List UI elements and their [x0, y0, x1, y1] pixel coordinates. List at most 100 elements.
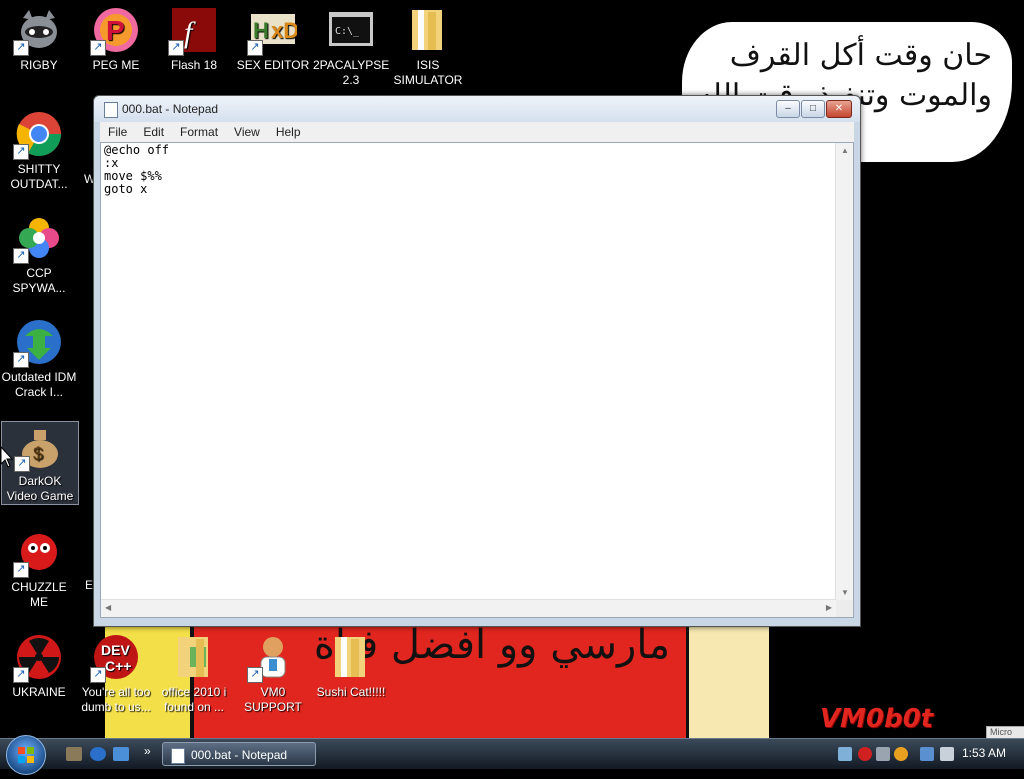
shortcut-arrow-icon: ↗ — [14, 456, 30, 472]
tray-volume-icon[interactable] — [940, 747, 954, 761]
folder-icon — [327, 633, 375, 681]
flash-icon: f ↗ — [168, 6, 218, 56]
editor-content[interactable]: @echo off :x move $%% goto x — [104, 144, 835, 599]
maximize-button[interactable]: □ — [801, 100, 825, 118]
taskbar-button-notepad[interactable]: 000.bat - Notepad — [162, 742, 316, 766]
desktop-icon-2pacalypse[interactable]: C:\_ 2PACALYPSE 2.3 — [313, 6, 389, 88]
windows-logo-icon — [18, 747, 34, 763]
quicklaunch-browser-icon[interactable] — [90, 747, 106, 761]
notepad-window[interactable]: 000.bat - Notepad – □ ✕ File Edit Format… — [93, 95, 861, 627]
desktop-icon-sex-editor[interactable]: HxD ↗ SEX EDITOR — [235, 6, 311, 73]
desktop-icon-ccp-spyware[interactable]: ↗ CCP SPYWA... — [1, 214, 77, 296]
menu-view[interactable]: View — [226, 125, 268, 139]
tray-device-icon[interactable] — [876, 747, 890, 761]
text-editor[interactable]: @echo off :x move $%% goto x ▲ ▼ ◀ ▶ — [100, 142, 854, 618]
taskbar: » 000.bat - Notepad 1:53 AM — [0, 735, 1024, 775]
desktop-icon-vm0-support[interactable]: ↗ VM0 SUPPORT — [235, 633, 311, 715]
desktop-icon-devcpp[interactable]: DEV C++ ↗ You're all too dumb to us... — [78, 633, 154, 715]
shortcut-arrow-icon: ↗ — [168, 40, 184, 56]
folder-icon — [404, 6, 452, 54]
menu-file[interactable]: File — [100, 125, 135, 139]
desktop-icon-outdated-idm[interactable]: ↗ Outdated IDM Crack I... — [1, 318, 77, 400]
desktop-icon-office-2010[interactable]: office 2010 i found on ... — [156, 633, 232, 715]
support-icon: ↗ — [247, 633, 297, 683]
desktop-icon-label: SEX EDITOR — [236, 58, 310, 72]
shortcut-arrow-icon: ↗ — [13, 40, 29, 56]
shortcut-arrow-icon: ↗ — [90, 40, 106, 56]
desktop-icon-ukraine[interactable]: ↗ UKRAINE — [1, 633, 77, 700]
shortcut-arrow-icon: ↗ — [90, 667, 106, 683]
desktop-icon-label: SHITTY OUTDAT... — [10, 162, 68, 191]
close-button[interactable]: ✕ — [826, 100, 852, 118]
shortcut-arrow-icon: ↗ — [13, 667, 29, 683]
shortcut-arrow-icon: ↗ — [247, 40, 263, 56]
resize-grip[interactable] — [836, 600, 853, 617]
desktop-icon-isis-simulator[interactable]: ISIS SIMULATOR — [390, 6, 466, 88]
tray-network-icon[interactable] — [838, 747, 852, 761]
horizontal-scrollbar[interactable]: ◀ ▶ — [101, 599, 836, 617]
vertical-scrollbar[interactable]: ▲ ▼ — [835, 143, 853, 600]
desktop-icon-label: Outdated IDM Crack I... — [1, 370, 77, 399]
desktop-icon-label: office 2010 i found on ... — [161, 685, 227, 714]
idm-icon: ↗ — [13, 318, 63, 368]
notepad-app-icon — [171, 748, 185, 764]
shortcut-arrow-icon: ↗ — [13, 248, 29, 264]
svg-text:$: $ — [33, 444, 43, 464]
desktop-icon-label: UKRAINE — [12, 685, 66, 699]
notepad-titlebar[interactable]: 000.bat - Notepad – □ ✕ — [94, 96, 860, 122]
quicklaunch-chevron-icon[interactable]: » — [144, 744, 151, 758]
tray-search-icon[interactable] — [894, 747, 908, 761]
raccoon-icon: ↗ — [13, 6, 63, 56]
scroll-left-icon[interactable]: ◀ — [105, 603, 111, 612]
desktop-icon-label: You're all too dumb to us... — [81, 685, 151, 714]
svg-text:C:\_: C:\_ — [335, 26, 360, 37]
chuzzle-icon: ↗ — [13, 528, 63, 578]
quicklaunch-desktop-icon[interactable] — [113, 747, 129, 761]
svg-text:P: P — [106, 15, 125, 46]
desktop-icon-label: CCP SPYWA... — [12, 266, 66, 295]
svg-text:C++: C++ — [105, 658, 131, 674]
notepad-app-icon — [104, 102, 118, 118]
desktop-icon-flash[interactable]: f ↗ Flash 18 — [156, 6, 232, 73]
scroll-down-icon[interactable]: ▼ — [841, 588, 849, 597]
desktop-icon-label: CHUZZLE ME — [11, 580, 67, 609]
desktop-icon-peg-me[interactable]: P ↗ PEG ME — [78, 6, 154, 73]
chrome-icon: ↗ — [13, 110, 63, 160]
desktop-icon-label: 2PACALYPSE 2.3 — [313, 58, 390, 87]
scroll-up-icon[interactable]: ▲ — [841, 146, 849, 155]
tray-display-icon[interactable] — [920, 747, 934, 761]
desktop-icon-label: RIGBY — [20, 58, 58, 72]
wallpaper-watermark: VM0b0t — [820, 704, 934, 734]
terminal-icon: C:\_ — [327, 6, 375, 54]
menu-format[interactable]: Format — [172, 125, 226, 139]
desktop-icon-label: VM0 SUPPORT — [244, 685, 302, 714]
desktop-icon-partial-label: E — [85, 578, 94, 592]
desktop-icon-label: ISIS SIMULATOR — [393, 58, 463, 87]
quicklaunch-gimp-icon[interactable] — [66, 747, 82, 761]
desktop-icon-label: Sushi Cat!!!!! — [316, 685, 386, 699]
desktop-icon-chrome[interactable]: ↗ SHITTY OUTDAT... — [1, 110, 77, 192]
money-bag-icon: $ ↗ — [14, 422, 64, 472]
svg-text:DEV: DEV — [101, 642, 130, 658]
menu-bar: File Edit Format View Help — [100, 122, 854, 143]
scroll-right-icon[interactable]: ▶ — [826, 603, 832, 612]
radiation-icon: ↗ — [13, 633, 63, 683]
start-button[interactable] — [6, 735, 46, 775]
minimize-button[interactable]: – — [776, 100, 800, 118]
shortcut-arrow-icon: ↗ — [13, 144, 29, 160]
desktop-icon-chuzzle-me[interactable]: ↗ CHUZZLE ME — [1, 528, 77, 610]
window-title: 000.bat - Notepad — [122, 102, 219, 116]
desktop-icon-rigby[interactable]: ↗ RIGBY — [1, 6, 77, 73]
tray-security-icon[interactable] — [858, 747, 872, 761]
menu-edit[interactable]: Edit — [135, 125, 172, 139]
menu-help[interactable]: Help — [268, 125, 309, 139]
svg-text:xD: xD — [271, 18, 297, 43]
desktop-icon-label: DarkOK Video Game — [6, 474, 74, 503]
clock[interactable]: 1:53 AM — [962, 746, 1006, 760]
shortcut-arrow-icon: ↗ — [13, 562, 29, 578]
desktop-icon-label: PEG ME — [92, 58, 140, 72]
taskbar-button-label: 000.bat - Notepad — [191, 748, 288, 762]
peg-icon: P ↗ — [90, 6, 140, 56]
desktop-icon-sushi-cat[interactable]: Sushi Cat!!!!! — [313, 633, 389, 700]
hxd-icon: HxD ↗ — [247, 6, 299, 56]
